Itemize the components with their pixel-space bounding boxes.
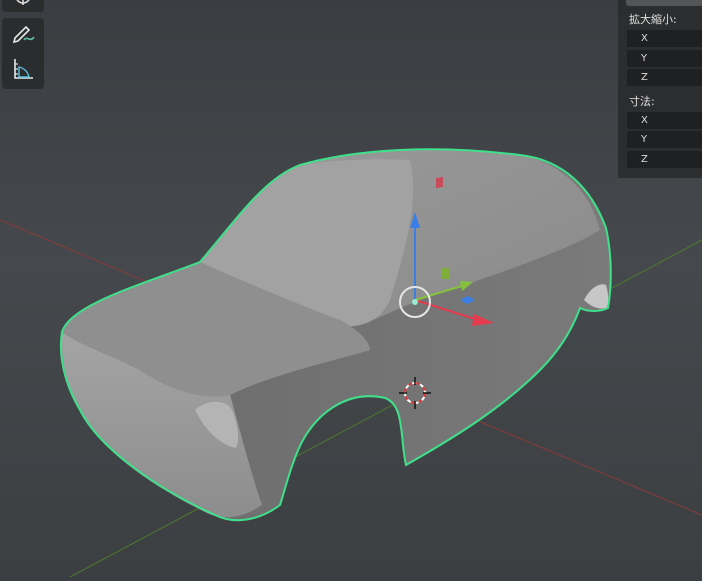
viewport-scene[interactable] xyxy=(0,0,702,578)
cursor-icon xyxy=(12,0,34,11)
transform-panel: 拡大縮小: X Y Z 寸法: X Y Z xyxy=(618,0,702,178)
scale-z-field[interactable]: Z xyxy=(627,69,702,86)
dimension-z-field[interactable]: Z xyxy=(627,151,702,168)
scale-y-field[interactable]: Y xyxy=(627,50,702,67)
dimension-x-field[interactable]: X xyxy=(627,112,702,129)
measure-tool-button[interactable] xyxy=(2,52,44,89)
toolbar-annotate-measure xyxy=(2,18,44,89)
dimensions-label: 寸法: xyxy=(629,95,655,108)
scale-label: 拡大縮小: xyxy=(629,13,677,26)
scale-x-field[interactable]: X xyxy=(627,30,702,47)
gizmo-plane-xz[interactable] xyxy=(436,176,443,189)
rotation-mode-field[interactable] xyxy=(626,0,702,6)
annotate-tool-button[interactable] xyxy=(2,18,44,52)
toolbar-top xyxy=(2,0,44,12)
dimension-y-field[interactable]: Y xyxy=(627,131,702,148)
gizmo-center-dot[interactable] xyxy=(412,299,418,305)
3d-viewport[interactable] xyxy=(0,0,702,578)
measure-icon xyxy=(10,56,36,86)
car-mesh[interactable] xyxy=(59,148,612,522)
cursor-tool-button[interactable] xyxy=(2,0,44,12)
gizmo-plane-yz[interactable] xyxy=(441,268,449,279)
annotate-icon xyxy=(10,21,36,49)
